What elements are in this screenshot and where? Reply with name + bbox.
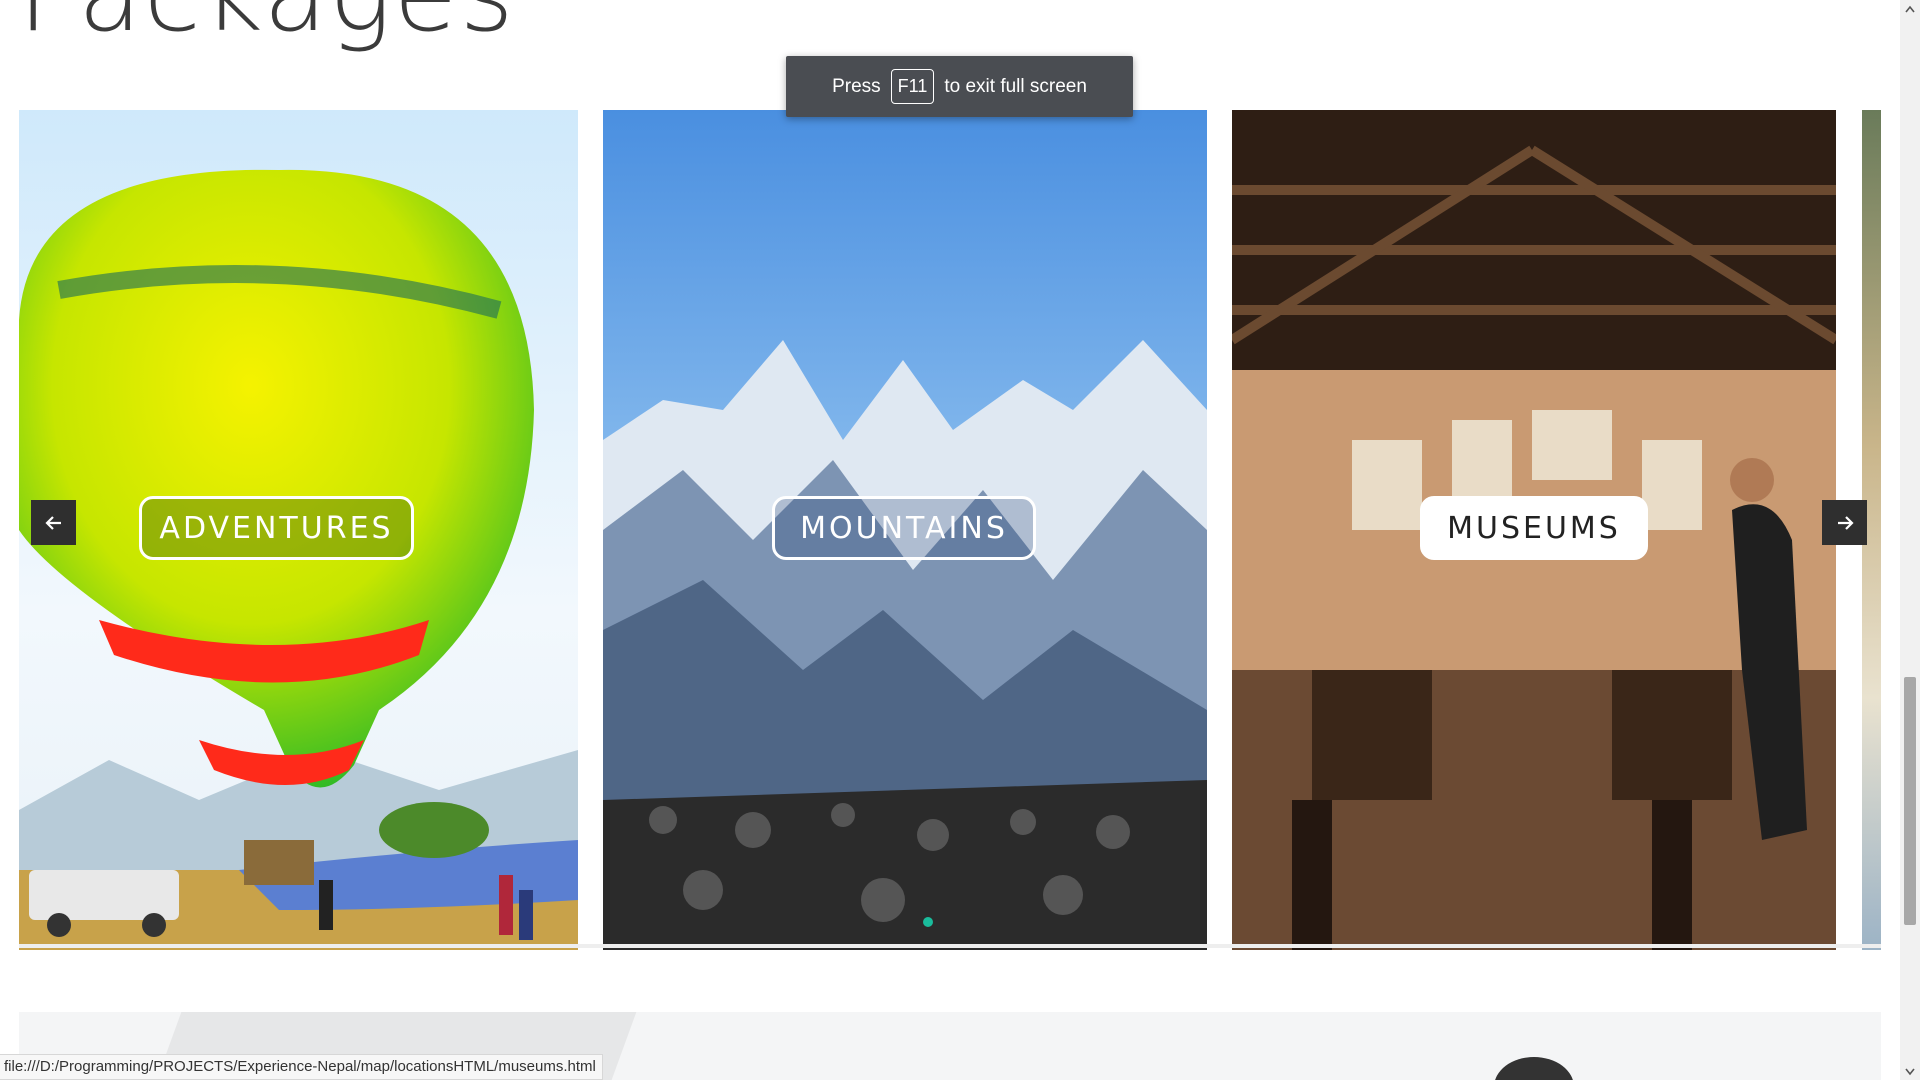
section-title: Packages	[18, 0, 516, 46]
package-card-museums[interactable]: MUSEUMS	[1232, 110, 1836, 950]
scroll-up-button[interactable]	[1900, 0, 1920, 17]
scroll-down-button[interactable]	[1900, 1063, 1920, 1080]
scrollbar-thumb[interactable]	[1904, 677, 1916, 925]
museums-label[interactable]: MUSEUMS	[1420, 496, 1648, 560]
package-card-adventures[interactable]: ADVENTURES	[19, 110, 578, 950]
chevron-up-icon	[1905, 5, 1915, 12]
fullscreen-notification: Press F11 to exit full screen	[786, 56, 1133, 117]
arrow-right-icon	[1837, 515, 1854, 530]
browser-viewport: Packages	[0, 0, 1900, 1080]
carousel-pagination	[923, 917, 933, 927]
packages-carousel: ADVENTURES MOUNTAINS MUSEUMS	[19, 110, 1881, 950]
toast-prefix: Press	[832, 75, 881, 97]
toast-key-badge: F11	[890, 69, 935, 104]
adventures-label[interactable]: ADVENTURES	[139, 496, 414, 560]
decorative-blob	[1494, 1057, 1574, 1080]
pagination-dot-active[interactable]	[923, 917, 933, 927]
vertical-scrollbar[interactable]	[1900, 0, 1920, 1080]
mountains-label[interactable]: MOUNTAINS	[772, 496, 1036, 560]
toast-suffix: to exit full screen	[944, 75, 1087, 97]
chevron-down-icon	[1905, 1068, 1915, 1075]
carousel-next-button[interactable]	[1822, 500, 1867, 545]
carousel-track	[19, 944, 1881, 948]
link-status-bar: file:///D:/Programming/PROJECTS/Experien…	[0, 1054, 603, 1080]
carousel-prev-button[interactable]	[31, 500, 76, 545]
arrow-left-icon	[44, 515, 61, 530]
package-card-mountains[interactable]: MOUNTAINS	[603, 110, 1207, 950]
